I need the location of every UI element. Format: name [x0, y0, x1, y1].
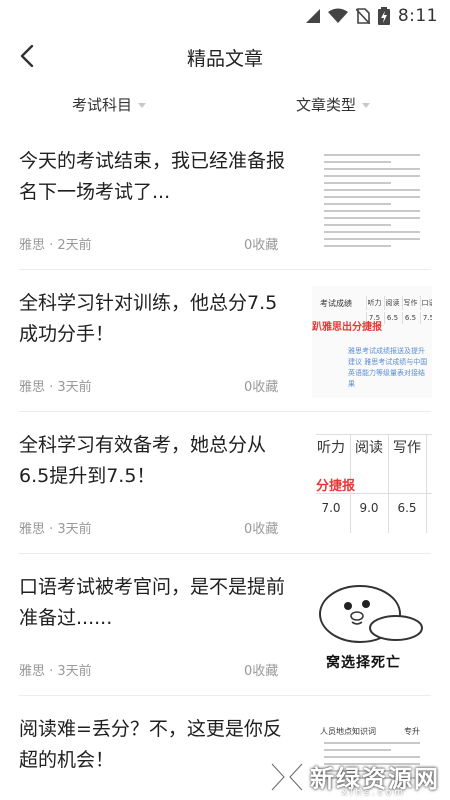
nav-bar: 精品文章	[0, 34, 450, 78]
article-title: 口语考试被考官问，是不是提前准备过......	[19, 576, 286, 629]
article-meta: 雅思 · 2天前	[19, 238, 92, 253]
filter-label: 文章类型	[296, 96, 357, 114]
thumb-doc-head: 人员地点知识词	[320, 727, 376, 736]
filter-label: 考试科目	[72, 96, 133, 114]
filter-bar: 考试科目 文章类型	[0, 86, 450, 124]
article-item[interactable]: 口语考试被考官问，是不是提前准备过...... 雅思 · 3天前 0收藏 窝选择…	[0, 554, 450, 696]
article-item[interactable]: 全科学习针对训练，他总分7.5成功分手！ 雅思 · 3天前 0收藏 考试成绩 听…	[0, 270, 450, 412]
status-bar: 8:11	[0, 0, 450, 34]
watermark-logo-icon	[270, 762, 304, 791]
article-thumbnail	[312, 144, 432, 256]
thumb-score-note: 雅思考试成绩报送及提升建议 雅思考试成绩与中国英语能力等级量表对接结果	[348, 347, 428, 388]
page-title: 精品文章	[186, 48, 263, 70]
status-icons: 8:11	[305, 6, 438, 26]
wifi-icon	[327, 8, 348, 23]
article-title: 全科学习有效备考，她总分从6.5提升到7.5！	[19, 434, 267, 487]
caret-down-icon	[138, 103, 147, 108]
article-meta: 雅思 · 3天前	[19, 380, 92, 395]
thumb-band-table: 听力 阅读 写作 7.0 9.0 6.5 分捷报	[316, 434, 432, 533]
signal-icon	[305, 9, 320, 23]
filter-exam-subject[interactable]: 考试科目	[72, 94, 147, 115]
article-title: 今天的考试结束，我已经准备报名下一场考试了...	[19, 150, 286, 203]
seal-meme-image	[319, 585, 423, 643]
article-favorites: 0收藏	[244, 380, 279, 395]
thumb-score-tag: 趴雅思出分捷报	[312, 322, 382, 333]
thumb-caption: 窝选择死亡	[326, 655, 401, 671]
article-meta: 雅思 · 3天前	[19, 664, 92, 679]
article-thumbnail: 听力 阅读 写作 7.0 9.0 6.5 分捷报	[312, 428, 432, 540]
article-meta: 雅思 · 3天前	[19, 522, 92, 537]
thumb-doc-head: 专升	[404, 727, 420, 736]
caret-down-icon	[362, 103, 371, 108]
article-item[interactable]: 今天的考试结束，我已经准备报名下一场考试了... 雅思 · 2天前 0收藏	[0, 128, 450, 270]
no-sim-icon	[355, 8, 370, 24]
article-favorites: 0收藏	[244, 664, 279, 679]
article-thumbnail: 考试成绩 听力阅读写作口语 7.56.56.57.5 趴雅思出分捷报 雅思考试成…	[312, 286, 432, 398]
thumb-band-tag: 分捷报	[316, 479, 356, 494]
status-time: 8:11	[397, 6, 438, 26]
article-title: 全科学习针对训练，他总分7.5成功分手！	[19, 292, 278, 345]
article-title: 阅读难=丢分？不，这更是你反超的机会！	[19, 718, 282, 771]
battery-charging-icon	[377, 7, 390, 25]
watermark-subtext: xlhs.com	[341, 788, 406, 798]
article-thumbnail: 窝选择死亡	[312, 570, 432, 682]
filter-article-type[interactable]: 文章类型	[296, 94, 371, 115]
article-favorites: 0收藏	[244, 238, 279, 253]
thumb-score-title: 考试成绩	[320, 299, 352, 308]
article-item[interactable]: 全科学习有效备考，她总分从6.5提升到7.5！ 雅思 · 3天前 0收藏 听力 …	[0, 412, 450, 554]
document-preview	[324, 154, 420, 252]
article-favorites: 0收藏	[244, 522, 279, 537]
